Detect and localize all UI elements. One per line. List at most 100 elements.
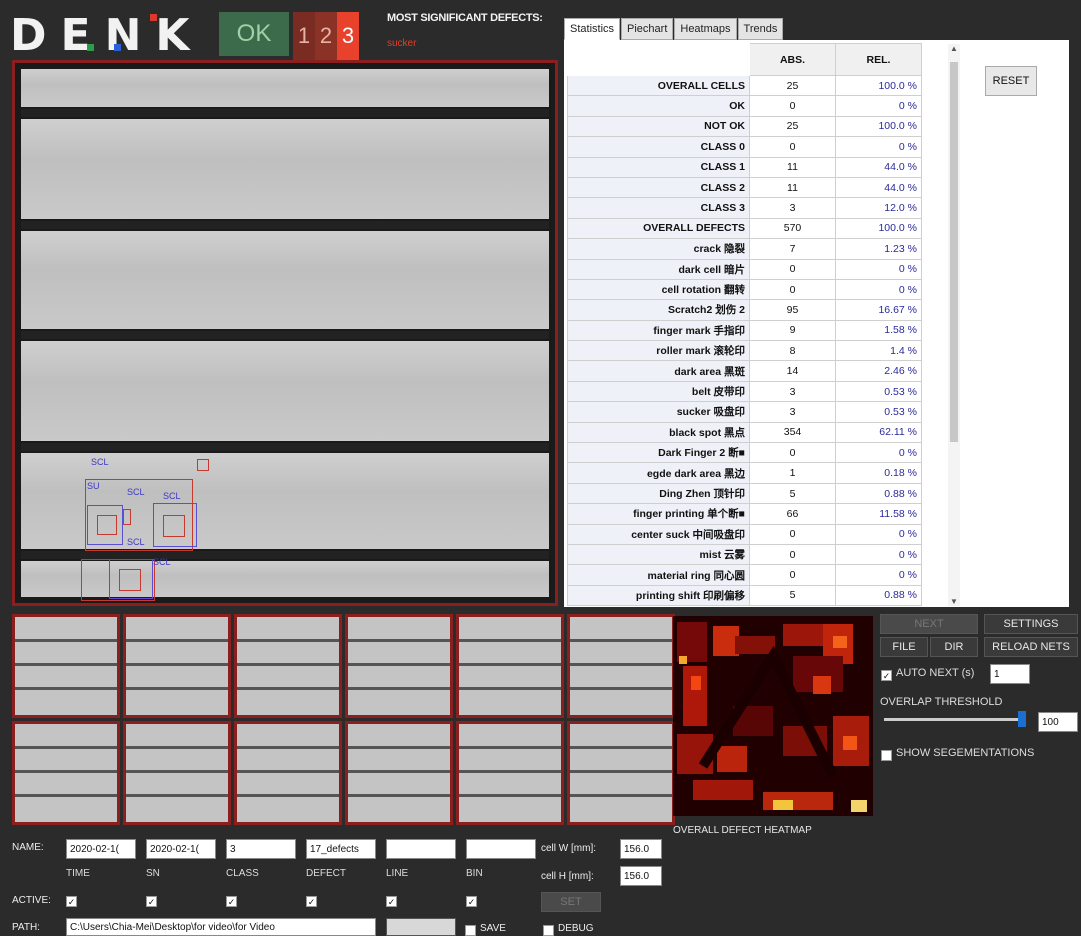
- cell-thumbnail[interactable]: [234, 614, 342, 718]
- overlap-threshold-slider-handle[interactable]: [1018, 711, 1026, 727]
- debug-checkbox[interactable]: [543, 922, 554, 936]
- cell-thumbnail[interactable]: [345, 721, 453, 825]
- statistics-scrollbar[interactable]: ▲ ▼: [948, 44, 960, 606]
- thumbnail-busbar: [348, 794, 450, 797]
- cell-thumbnail[interactable]: [456, 721, 564, 825]
- row-label: black spot 黑点: [567, 421, 750, 444]
- time-field[interactable]: 2020-02-1(: [66, 839, 136, 859]
- main-cell-image[interactable]: SCL SU SCL SCL SCL SCL: [12, 60, 558, 606]
- auto-next-input[interactable]: 1: [990, 664, 1030, 684]
- scroll-down-icon[interactable]: ▼: [948, 597, 960, 606]
- row-label: crack 隐裂: [567, 238, 750, 260]
- active-time-check[interactable]: ✓: [66, 896, 77, 908]
- dir-button[interactable]: DIR: [930, 637, 978, 657]
- next-button[interactable]: NEXT: [880, 614, 978, 634]
- active-line-check[interactable]: ✓: [386, 896, 397, 908]
- cell-thumbnail[interactable]: [123, 614, 231, 718]
- row-label: center suck 中间吸盘印: [567, 523, 750, 545]
- class-field[interactable]: 3: [226, 839, 296, 859]
- cell-h-input[interactable]: 156.0: [620, 866, 662, 886]
- defect-box[interactable]: [119, 569, 141, 591]
- set-button[interactable]: SET: [541, 892, 601, 912]
- save-checkbox[interactable]: [465, 922, 476, 936]
- row-label: Ding Zhen 顶针印: [567, 482, 750, 505]
- tab-statistics[interactable]: Statistics: [564, 18, 621, 40]
- reset-button[interactable]: RESET: [985, 66, 1037, 96]
- cell-w-input[interactable]: 156.0: [620, 839, 662, 859]
- table-row: dark area 黑斑 14 2.46 %: [567, 360, 922, 382]
- table-row: Dark Finger 2 断■ 0 0 %: [567, 442, 922, 464]
- cell-thumbnail[interactable]: [567, 614, 675, 718]
- cell-thumbnail[interactable]: [456, 614, 564, 718]
- active-time-checkbox[interactable]: ✓: [66, 893, 77, 911]
- sn-field[interactable]: 2020-02-1(: [146, 839, 216, 859]
- table-row: Scratch2 划伤 2 95 16.67 %: [567, 299, 922, 321]
- overlap-threshold-input[interactable]: 100: [1038, 712, 1078, 732]
- defect-box[interactable]: [123, 509, 131, 525]
- settings-button[interactable]: SETTINGS: [984, 614, 1078, 634]
- column-label-defect: DEFECT: [306, 868, 346, 879]
- row-label: CLASS 2: [567, 176, 750, 199]
- tab-trends[interactable]: Trends: [737, 18, 784, 40]
- active-defect-checkbox[interactable]: ✓: [306, 893, 317, 911]
- active-class-checkbox[interactable]: ✓: [226, 893, 237, 911]
- row-rel-value: 0 %: [835, 278, 922, 301]
- table-header-row: ABS. REL.: [567, 43, 922, 76]
- row-abs-value: 25: [749, 115, 836, 138]
- show-segmentations-checkbox[interactable]: [881, 747, 892, 765]
- row-rel-value: 16.67 %: [835, 299, 922, 321]
- reload-nets-button[interactable]: RELOAD NETS: [984, 637, 1078, 657]
- column-label-bin: BIN: [466, 868, 483, 879]
- path-input[interactable]: C:\Users\Chia-Mei\Desktop\for video\for …: [66, 918, 376, 936]
- active-bin-check[interactable]: ✓: [466, 896, 477, 908]
- debug-check[interactable]: [543, 925, 554, 936]
- scrollbar-thumb[interactable]: [950, 62, 958, 442]
- table-row: roller mark 滚轮印 8 1.4 %: [567, 340, 922, 362]
- cell-strip: [21, 231, 549, 329]
- active-class-check[interactable]: ✓: [226, 896, 237, 908]
- defect-box[interactable]: [97, 515, 117, 535]
- overlap-threshold-slider[interactable]: [884, 718, 1026, 721]
- cell-thumbnail[interactable]: [12, 614, 120, 718]
- defect-box[interactable]: [197, 459, 209, 471]
- defect-field[interactable]: 17_defects: [306, 839, 376, 859]
- cell-thumbnail[interactable]: [12, 721, 120, 825]
- row-rel-value: 1.4 %: [835, 340, 922, 362]
- tab-piechart[interactable]: Piechart: [621, 18, 674, 40]
- browse-path-button[interactable]: [386, 918, 456, 936]
- class-2-button[interactable]: 2: [315, 12, 337, 60]
- active-line-checkbox[interactable]: ✓: [386, 893, 397, 911]
- cell-thumbnail[interactable]: [567, 721, 675, 825]
- defect-label: SCL: [153, 557, 171, 567]
- active-bin-checkbox[interactable]: ✓: [466, 893, 477, 911]
- active-sn-check[interactable]: ✓: [146, 896, 157, 908]
- class-3-button[interactable]: 3: [337, 12, 359, 60]
- file-button[interactable]: FILE: [880, 637, 928, 657]
- class-1-button[interactable]: 1: [293, 12, 315, 60]
- show-segmentations-check[interactable]: [881, 750, 892, 762]
- line-field[interactable]: [386, 839, 456, 859]
- tab-heatmaps[interactable]: Heatmaps: [674, 18, 737, 40]
- row-label: OVERALL DEFECTS: [567, 217, 750, 240]
- table-row: Ding Zhen 顶针印 5 0.88 %: [567, 482, 922, 505]
- auto-next-checkbox[interactable]: ✓: [881, 667, 892, 685]
- table-row: printing shift 印刷偏移 5 0.88 %: [567, 584, 922, 607]
- cell-thumbnail[interactable]: [345, 614, 453, 718]
- thumbnail-busbar: [15, 770, 117, 773]
- ok-filter-button[interactable]: OK: [219, 12, 289, 56]
- defect-box[interactable]: [163, 515, 185, 537]
- row-rel-value: 0.88 %: [835, 584, 922, 607]
- active-sn-checkbox[interactable]: ✓: [146, 893, 157, 911]
- thumbnail-busbar: [348, 639, 450, 642]
- save-check[interactable]: [465, 925, 476, 936]
- auto-next-check[interactable]: ✓: [881, 670, 892, 682]
- cell-thumbnail[interactable]: [234, 721, 342, 825]
- table-row: center suck 中间吸盘印 0 0 %: [567, 523, 922, 545]
- row-label: mist 云雾: [567, 543, 750, 566]
- scroll-up-icon[interactable]: ▲: [948, 44, 960, 53]
- cell-thumbnail[interactable]: [123, 721, 231, 825]
- active-defect-check[interactable]: ✓: [306, 896, 317, 908]
- row-abs-value: 0: [749, 258, 836, 280]
- row-rel-value: 0 %: [835, 95, 922, 117]
- bin-field[interactable]: [466, 839, 536, 859]
